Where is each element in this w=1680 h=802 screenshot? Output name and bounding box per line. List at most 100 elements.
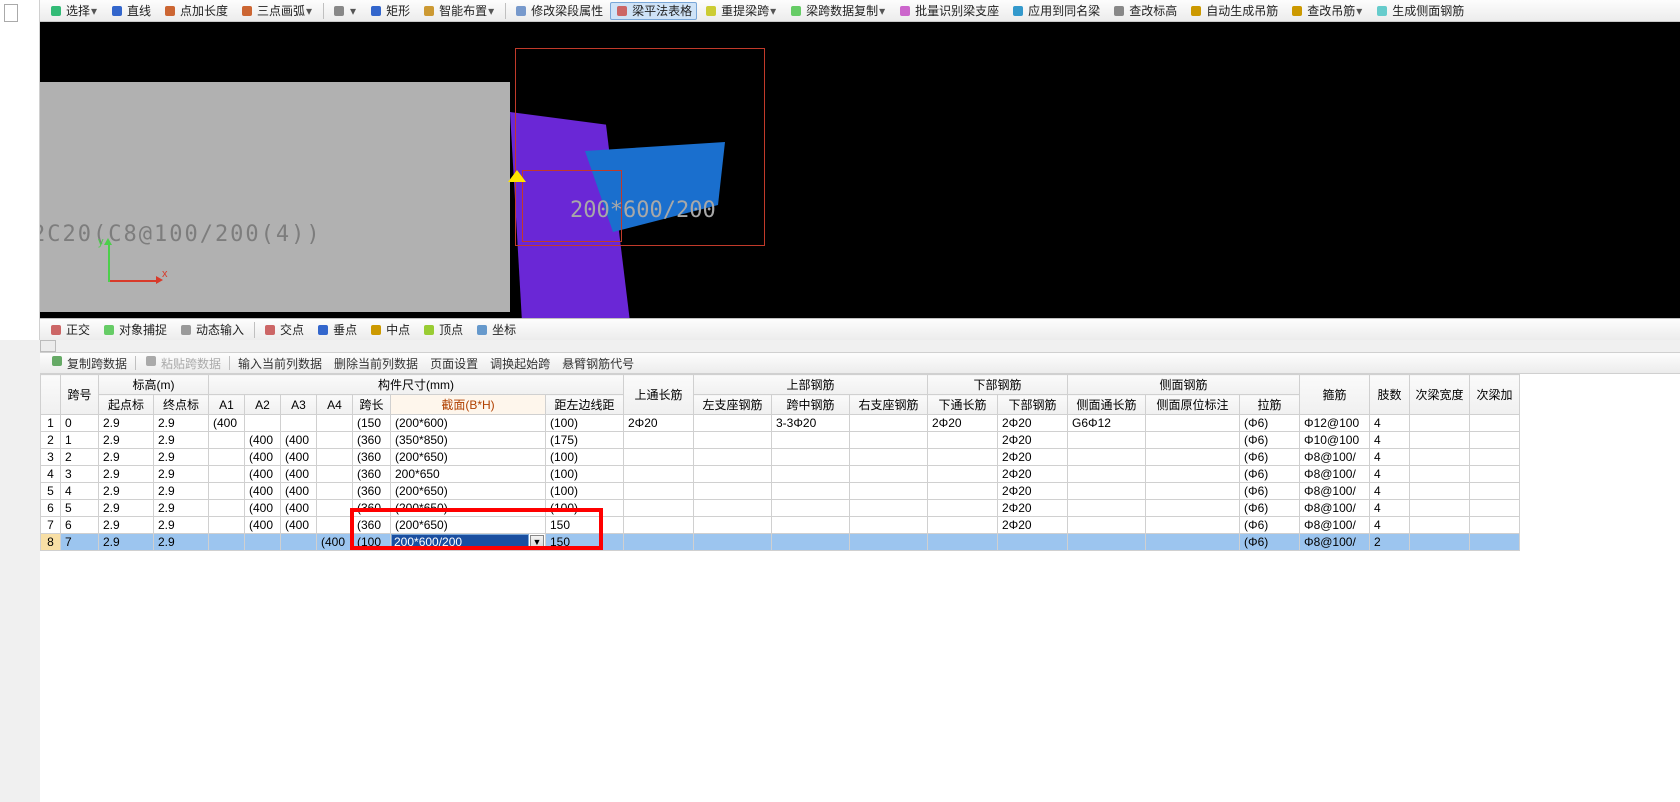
cell-limb[interactable]: 4 [1370, 466, 1410, 483]
check-elev-button[interactable]: 查改标高 [1107, 2, 1182, 20]
cell-so[interactable] [1146, 449, 1240, 466]
cell-sec[interactable]: (350*850) [391, 432, 546, 449]
cell-sf[interactable] [1068, 449, 1146, 466]
cell-so[interactable] [1146, 466, 1240, 483]
cell-so[interactable] [1146, 415, 1240, 432]
gen-side-rebar-button[interactable]: 生成侧面钢筋 [1370, 2, 1469, 20]
cell-a1[interactable] [209, 517, 245, 534]
cell-tl[interactable] [694, 483, 772, 500]
snap-midpoint-toggle[interactable]: 中点 [364, 321, 415, 339]
cell-tf[interactable] [624, 449, 694, 466]
cell-bf[interactable] [928, 500, 998, 517]
cell-tie[interactable]: (Φ6) [1240, 449, 1300, 466]
cell-span[interactable]: 5 [61, 500, 99, 517]
cell-so[interactable] [1146, 432, 1240, 449]
cell-a2[interactable] [245, 415, 281, 432]
cell-sf[interactable] [1068, 500, 1146, 517]
cell-span[interactable]: 2 [61, 449, 99, 466]
row-number-cell[interactable]: 5 [41, 483, 61, 500]
col-header[interactable]: 下部钢筋 [998, 395, 1068, 415]
cell-a4[interactable] [317, 483, 353, 500]
cell-bf[interactable] [928, 483, 998, 500]
cell-a4[interactable] [317, 466, 353, 483]
cell-len[interactable]: (360 [353, 483, 391, 500]
cell-tm[interactable] [772, 534, 850, 551]
model-viewport[interactable]: 2C20(C8@100/200(4)) 200*600/200 x y [40, 22, 1680, 318]
col-header[interactable]: 箍筋 [1300, 375, 1370, 415]
cell-ee[interactable]: 2.9 [154, 449, 209, 466]
cell-a1[interactable] [209, 500, 245, 517]
cell-dl[interactable]: (100) [546, 466, 624, 483]
cell-a2[interactable]: (400 [245, 483, 281, 500]
cell-limb[interactable]: 4 [1370, 449, 1410, 466]
cell-a2[interactable]: (400 [245, 466, 281, 483]
cell-span[interactable]: 7 [61, 534, 99, 551]
cell-a2[interactable]: (400 [245, 432, 281, 449]
cell-sf[interactable] [1068, 534, 1146, 551]
cell-st[interactable]: Φ8@100/ [1300, 534, 1370, 551]
cell-empty[interactable] [1470, 415, 1520, 432]
cell-tie[interactable]: (Φ6) [1240, 466, 1300, 483]
cell-len[interactable]: (360 [353, 466, 391, 483]
cell-empty[interactable] [1410, 534, 1470, 551]
cell-st[interactable]: Φ8@100/ [1300, 517, 1370, 534]
col-header[interactable]: 构件尺寸(mm) [209, 375, 624, 395]
edit-hanger-bar-button[interactable]: 查改吊筋▾ [1285, 2, 1368, 20]
cell-se[interactable]: 2.9 [99, 500, 154, 517]
col-header[interactable]: A4 [317, 395, 353, 415]
cell-so[interactable] [1146, 500, 1240, 517]
dropdown-arrow-icon[interactable]: ▾ [90, 4, 98, 18]
col-header[interactable]: 次梁宽度 [1410, 375, 1470, 415]
table-row[interactable]: 542.92.9(400(400(360(200*650)(100)2Φ20(Φ… [41, 483, 1520, 500]
cell-limb[interactable]: 4 [1370, 415, 1410, 432]
cell-sec[interactable]: ▼ [391, 534, 546, 551]
cell-bf[interactable] [928, 534, 998, 551]
snap-perpendicular-toggle[interactable]: 垂点 [311, 321, 362, 339]
col-header[interactable]: 上部钢筋 [694, 375, 928, 395]
row-number-cell[interactable]: 2 [41, 432, 61, 449]
cell-tr[interactable] [850, 449, 928, 466]
cell-a1[interactable] [209, 483, 245, 500]
cell-empty[interactable] [1470, 483, 1520, 500]
cell-a3[interactable] [281, 534, 317, 551]
row-number-cell[interactable]: 8 [41, 534, 61, 551]
cell-empty[interactable] [1470, 534, 1520, 551]
cell-tr[interactable] [850, 466, 928, 483]
cell-tf[interactable] [624, 534, 694, 551]
cell-dl[interactable]: (175) [546, 432, 624, 449]
col-header[interactable]: 肢数 [1370, 375, 1410, 415]
cell-bs[interactable]: 2Φ20 [998, 415, 1068, 432]
cell-a4[interactable] [317, 517, 353, 534]
cell-len[interactable]: (360 [353, 500, 391, 517]
table-row[interactable]: 872.92.9(400(100▼150(Φ6)Φ8@100/2 [41, 534, 1520, 551]
cell-bf[interactable] [928, 432, 998, 449]
cell-se[interactable]: 2.9 [99, 449, 154, 466]
snap-vertex-toggle[interactable]: 顶点 [417, 321, 468, 339]
cell-sec[interactable]: 200*650 [391, 466, 546, 483]
cell-se[interactable]: 2.9 [99, 534, 154, 551]
cell-a1[interactable] [209, 466, 245, 483]
cell-se[interactable]: 2.9 [99, 517, 154, 534]
edit-beam-prop-button[interactable]: 修改梁段属性 [509, 2, 608, 20]
cell-a1[interactable] [209, 432, 245, 449]
cell-bs[interactable] [998, 534, 1068, 551]
cell-tl[interactable] [694, 517, 772, 534]
cell-so[interactable] [1146, 534, 1240, 551]
cell-limb[interactable]: 4 [1370, 517, 1410, 534]
osnap-toggle[interactable]: 对象捕捉 [97, 321, 172, 339]
cell-sf[interactable]: G6Φ12 [1068, 415, 1146, 432]
menu-item-2[interactable]: 输入当前列数据 [232, 353, 328, 374]
cell-dl[interactable]: (100) [546, 483, 624, 500]
dropdown-arrow-icon[interactable]: ▾ [1355, 4, 1363, 18]
cell-tie[interactable]: (Φ6) [1240, 483, 1300, 500]
cell-ee[interactable]: 2.9 [154, 432, 209, 449]
table-row[interactable]: 762.92.9(400(400(360(200*650)1502Φ20(Φ6)… [41, 517, 1520, 534]
cell-empty[interactable] [1410, 415, 1470, 432]
cell-bf[interactable] [928, 517, 998, 534]
cell-a3[interactable]: (400 [281, 483, 317, 500]
cell-len[interactable]: (360 [353, 432, 391, 449]
cell-sf[interactable] [1068, 517, 1146, 534]
row-number-cell[interactable]: 3 [41, 449, 61, 466]
cell-bs[interactable]: 2Φ20 [998, 483, 1068, 500]
cell-so[interactable] [1146, 517, 1240, 534]
